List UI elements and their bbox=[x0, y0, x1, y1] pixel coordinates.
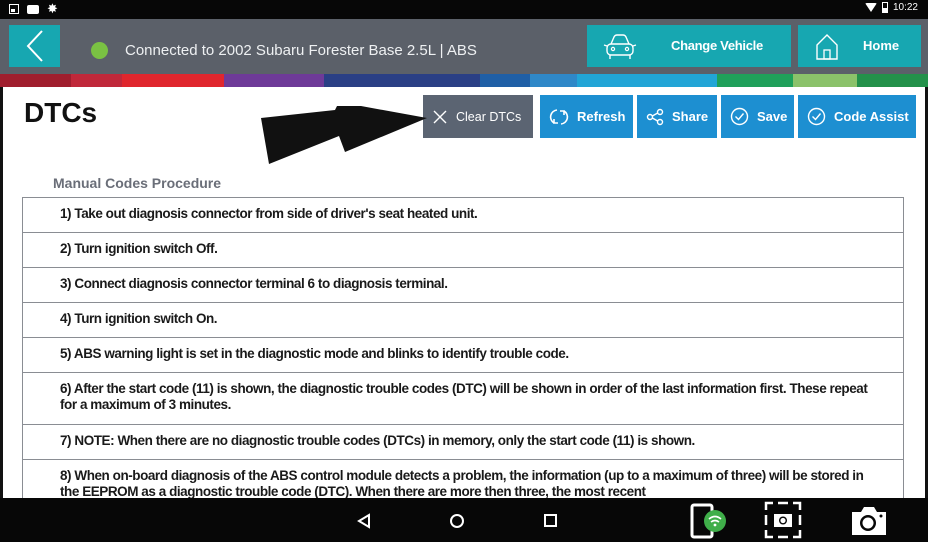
stripe-segment bbox=[530, 74, 577, 87]
clear-dtcs-button[interactable]: Clear DTCs bbox=[423, 95, 533, 138]
change-vehicle-label: Change Vehicle bbox=[671, 38, 763, 53]
chevron-left-icon bbox=[26, 30, 43, 62]
back-icon[interactable] bbox=[356, 513, 372, 529]
refresh-label: Refresh bbox=[577, 109, 626, 124]
procedure-step: 8) When on-board diagnosis of the ABS co… bbox=[22, 460, 904, 498]
procedure-step: 5) ABS warning light is set in the diagn… bbox=[22, 338, 904, 373]
home-label: Home bbox=[863, 38, 900, 53]
stripe-segment bbox=[717, 74, 793, 87]
clock: 10:22 bbox=[892, 2, 918, 13]
home-button[interactable]: Home bbox=[798, 25, 921, 67]
procedure-step: 2) Turn ignition switch Off. bbox=[22, 233, 904, 268]
procedure-step: 1) Take out diagnosis connector from sid… bbox=[22, 198, 904, 233]
status-bar: ✸ 10:22 bbox=[0, 0, 928, 19]
screenshot-icon[interactable] bbox=[764, 501, 802, 539]
stripe-segment bbox=[0, 74, 71, 87]
dtc-page: DTCs Clear DTCs Refresh Share Save Code … bbox=[0, 87, 928, 498]
share-button[interactable]: Share bbox=[637, 95, 717, 138]
close-icon bbox=[432, 109, 448, 125]
share-icon bbox=[646, 108, 664, 126]
code-assist-label: Code Assist bbox=[834, 109, 909, 124]
clear-dtcs-label: Clear DTCs bbox=[456, 109, 522, 124]
image-icon bbox=[9, 4, 19, 14]
save-label: Save bbox=[757, 109, 788, 124]
wifi-icon bbox=[864, 3, 877, 12]
settings-icon: ✸ bbox=[47, 1, 58, 16]
stripe-segment bbox=[793, 74, 857, 87]
code-assist-button[interactable]: Code Assist bbox=[798, 95, 916, 138]
car-icon bbox=[603, 33, 637, 64]
share-label: Share bbox=[672, 109, 709, 124]
home-icon bbox=[814, 33, 840, 64]
change-vehicle-button[interactable]: Change Vehicle bbox=[587, 25, 791, 67]
stripe-segment bbox=[324, 74, 480, 87]
recents-icon[interactable] bbox=[543, 513, 558, 528]
stripe-segment bbox=[122, 74, 224, 87]
save-button[interactable]: Save bbox=[721, 95, 794, 138]
procedure-step: 4) Turn ignition switch On. bbox=[22, 303, 904, 338]
check-circle-icon bbox=[730, 107, 749, 126]
stripe-segment bbox=[577, 74, 717, 87]
procedure-step: 6) After the start code (11) is shown, t… bbox=[22, 373, 904, 425]
back-button[interactable] bbox=[9, 25, 60, 67]
annotation-arrow-icon bbox=[261, 106, 427, 164]
vci-wifi-icon[interactable] bbox=[689, 503, 731, 539]
brand-color-stripe bbox=[0, 74, 928, 87]
connection-status-text: Connected to 2002 Subaru Forester Base 2… bbox=[125, 42, 477, 59]
section-title: Manual Codes Procedure bbox=[53, 175, 222, 191]
check-circle-icon bbox=[807, 107, 826, 126]
connection-status-indicator bbox=[91, 42, 108, 59]
app-header: Connected to 2002 Subaru Forester Base 2… bbox=[0, 19, 928, 74]
stripe-segment bbox=[857, 74, 928, 87]
navigation-bar bbox=[0, 498, 928, 542]
message-icon bbox=[27, 4, 39, 14]
page-title: DTCs bbox=[24, 97, 98, 128]
home-icon[interactable] bbox=[449, 513, 465, 529]
refresh-icon bbox=[549, 107, 569, 127]
procedure-table: 1) Take out diagnosis connector from sid… bbox=[22, 197, 904, 498]
stripe-segment bbox=[71, 74, 122, 87]
refresh-button[interactable]: Refresh bbox=[540, 95, 633, 138]
battery-icon bbox=[881, 2, 888, 13]
stripe-segment bbox=[480, 74, 530, 87]
procedure-step: 3) Connect diagnosis connector terminal … bbox=[22, 268, 904, 303]
stripe-segment bbox=[224, 74, 324, 87]
procedure-step: 7) NOTE: When there are no diagnostic tr… bbox=[22, 425, 904, 460]
camera-icon[interactable] bbox=[850, 505, 888, 537]
